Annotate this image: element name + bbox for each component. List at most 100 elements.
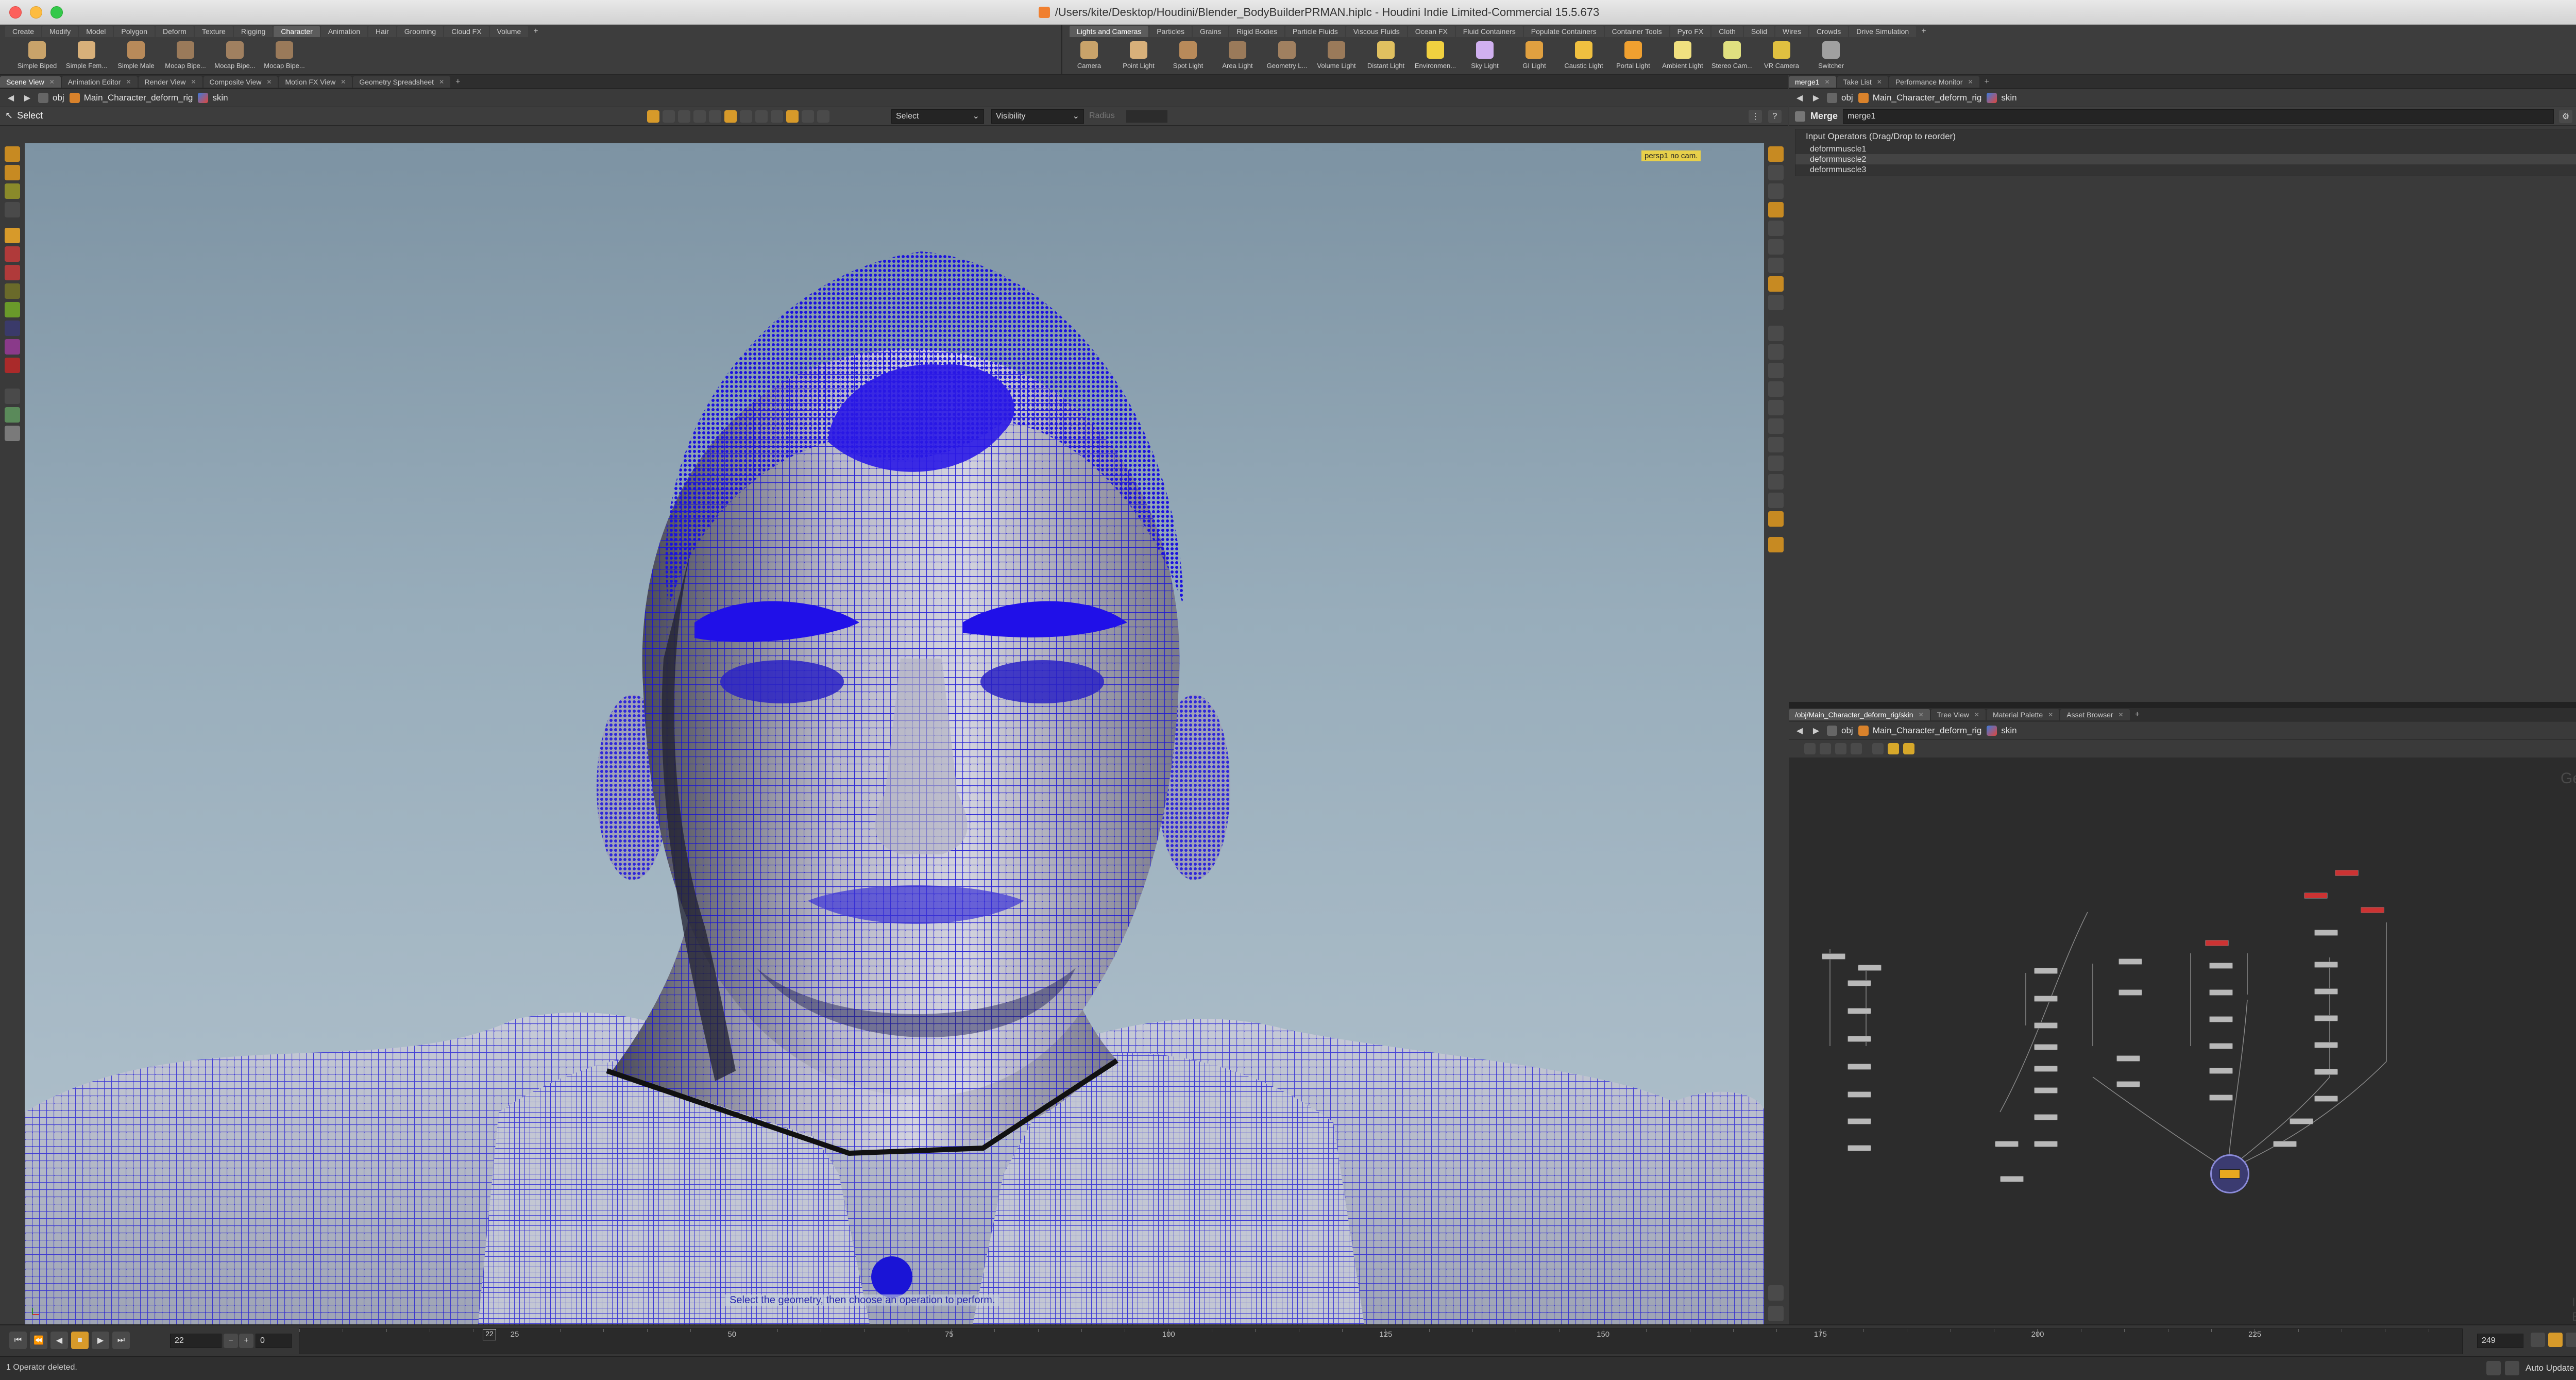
- selected-merge-node[interactable]: [2210, 1154, 2249, 1193]
- auto-update-label[interactable]: Auto Update: [2526, 1363, 2574, 1373]
- light-tool-button[interactable]: Spot Light: [1163, 39, 1213, 74]
- select-whole-icon[interactable]: [817, 110, 829, 123]
- network-node[interactable]: [2034, 996, 2058, 1002]
- paint-select-icon[interactable]: [755, 110, 768, 123]
- rotate-tool-icon[interactable]: [5, 183, 20, 199]
- render-tool-icon[interactable]: [5, 407, 20, 423]
- shelf-tab[interactable]: Grains: [1192, 26, 1229, 37]
- lasso-select-icon[interactable]: [740, 110, 752, 123]
- attribute-display-icon[interactable]: [1768, 474, 1784, 490]
- shelf-tab[interactable]: Viscous Fluids: [1346, 26, 1407, 37]
- input-operator-item[interactable]: deformmuscle2: [1795, 154, 2576, 164]
- prim-display-icon[interactable]: [1768, 363, 1784, 378]
- network-node[interactable]: [2000, 1176, 2024, 1182]
- cloud-icon[interactable]: [2486, 1361, 2501, 1375]
- network-node[interactable]: [2209, 1068, 2233, 1074]
- character-tool-button[interactable]: Mocap Bipe...: [260, 39, 309, 74]
- scene-view-tab[interactable]: Motion FX View ✕: [279, 76, 352, 88]
- input-operator-item[interactable]: deformmuscle1: [1795, 144, 2576, 154]
- shelf-tab[interactable]: Cloud FX: [444, 26, 489, 37]
- network-node[interactable]: [2209, 1043, 2233, 1049]
- visibility-dropdown[interactable]: Visibility ⌄: [991, 109, 1084, 124]
- list-view-icon[interactable]: [1804, 743, 1816, 754]
- network-tab[interactable]: Asset Browser ✕: [2060, 709, 2130, 720]
- network-node[interactable]: [1848, 1008, 1871, 1014]
- params-tab[interactable]: merge1 ✕: [1789, 76, 1836, 88]
- net-path-child[interactable]: skin: [1987, 725, 2017, 736]
- network-node[interactable]: [2314, 1069, 2338, 1075]
- net-path-node[interactable]: Main_Character_deform_rig: [1858, 725, 1981, 736]
- snapshot-icon[interactable]: [1768, 493, 1784, 508]
- end-frame-field[interactable]: 249: [2477, 1334, 2523, 1348]
- params-tab[interactable]: Performance Monitor ✕: [1889, 76, 1979, 88]
- forward-arrow-icon[interactable]: ▶: [1810, 725, 1822, 736]
- network-node[interactable]: [2314, 1015, 2338, 1021]
- select-mode-dropdown[interactable]: Select ⌄: [891, 109, 984, 124]
- magnet-tool-icon[interactable]: [5, 339, 20, 355]
- network-tab[interactable]: Tree View ✕: [1930, 709, 1986, 720]
- ghost-icon[interactable]: [1768, 258, 1784, 273]
- layout-icon[interactable]: [1872, 743, 1884, 754]
- scene-view-tab[interactable]: Geometry Spreadsheet ✕: [353, 76, 451, 88]
- shelf-tab[interactable]: Cloth: [1711, 26, 1743, 37]
- light-tool-button[interactable]: Portal Light: [1608, 39, 1658, 74]
- close-tab-icon[interactable]: ✕: [1968, 76, 1973, 88]
- jump-end-icon[interactable]: ⏭: [112, 1332, 130, 1349]
- light-tool-button[interactable]: GI Light: [1510, 39, 1559, 74]
- 3d-viewport[interactable]: persp1 no cam. Select the geometry, then…: [25, 143, 1764, 1324]
- close-tab-icon[interactable]: ✕: [191, 76, 196, 88]
- shelf-tab[interactable]: Wires: [1775, 26, 1808, 37]
- network-node[interactable]: [1848, 1118, 1871, 1124]
- light-tool-button[interactable]: Distant Light: [1361, 39, 1411, 74]
- network-node[interactable]: [2273, 1141, 2297, 1147]
- params-tab[interactable]: Take List ✕: [1837, 76, 1888, 88]
- light-tool-button[interactable]: Volume Light: [1312, 39, 1361, 74]
- network-node[interactable]: [2119, 989, 2142, 996]
- vertices-select-icon[interactable]: [709, 110, 721, 123]
- normals-icon[interactable]: [1768, 295, 1784, 310]
- network-node[interactable]: [2034, 1114, 2058, 1120]
- shelf-tab[interactable]: Rigid Bodies: [1229, 26, 1284, 37]
- network-tab[interactable]: /obj/Main_Character_deform_rig/skin ✕: [1789, 709, 1930, 720]
- view-tool-icon[interactable]: [5, 283, 20, 299]
- view-options-icon[interactable]: ⋮: [1749, 110, 1762, 123]
- network-node[interactable]: [1848, 1064, 1871, 1070]
- render-preview-icon[interactable]: [1768, 537, 1784, 552]
- character-tool-button[interactable]: Simple Fem...: [62, 39, 111, 74]
- light-tool-button[interactable]: Ambient Light: [1658, 39, 1707, 74]
- network-node[interactable]: [2314, 988, 2338, 995]
- stop-icon[interactable]: ■: [71, 1332, 89, 1349]
- shelf-tab[interactable]: Ocean FX: [1408, 26, 1455, 37]
- close-tab-icon[interactable]: ✕: [266, 76, 272, 88]
- wireframe-shading-icon[interactable]: [1768, 146, 1784, 162]
- network-node[interactable]: [2116, 1055, 2140, 1062]
- network-node[interactable]: [1848, 980, 1871, 986]
- toggle-visibility-icon[interactable]: [802, 110, 814, 123]
- shelf-tab[interactable]: Grooming: [397, 26, 444, 37]
- light-tool-button[interactable]: Caustic Light: [1559, 39, 1608, 74]
- object-select-icon[interactable]: [647, 110, 659, 123]
- snap-tool-icon[interactable]: [5, 321, 20, 336]
- pane-divider[interactable]: [1789, 702, 2576, 708]
- light-tool-button[interactable]: Camera: [1064, 39, 1114, 74]
- record-tool-icon[interactable]: [5, 358, 20, 373]
- flipbook-tool-icon[interactable]: [5, 426, 20, 441]
- network-node[interactable]: [2335, 870, 2359, 876]
- network-node[interactable]: [2209, 963, 2233, 969]
- network-node[interactable]: [2034, 1066, 2058, 1072]
- network-node[interactable]: [2209, 1095, 2233, 1101]
- light-tool-button[interactable]: Sky Light: [1460, 39, 1510, 74]
- key-icon[interactable]: [2531, 1333, 2545, 1347]
- lock-camera-icon[interactable]: [1768, 165, 1784, 180]
- add-tab-icon[interactable]: +: [1980, 77, 1993, 87]
- add-tab-icon[interactable]: +: [1917, 27, 1930, 36]
- edges-select-icon[interactable]: [678, 110, 690, 123]
- grid-view-icon[interactable]: [1835, 743, 1846, 754]
- shelf-tab[interactable]: Populate Containers: [1523, 26, 1604, 37]
- close-tab-icon[interactable]: ✕: [2119, 709, 2124, 720]
- scale-tool-icon[interactable]: [5, 202, 20, 217]
- network-node[interactable]: [2034, 1022, 2058, 1029]
- play-icon[interactable]: ▶: [92, 1332, 109, 1349]
- shelf-tab[interactable]: Animation: [320, 26, 368, 37]
- shelf-tab[interactable]: Crowds: [1809, 26, 1849, 37]
